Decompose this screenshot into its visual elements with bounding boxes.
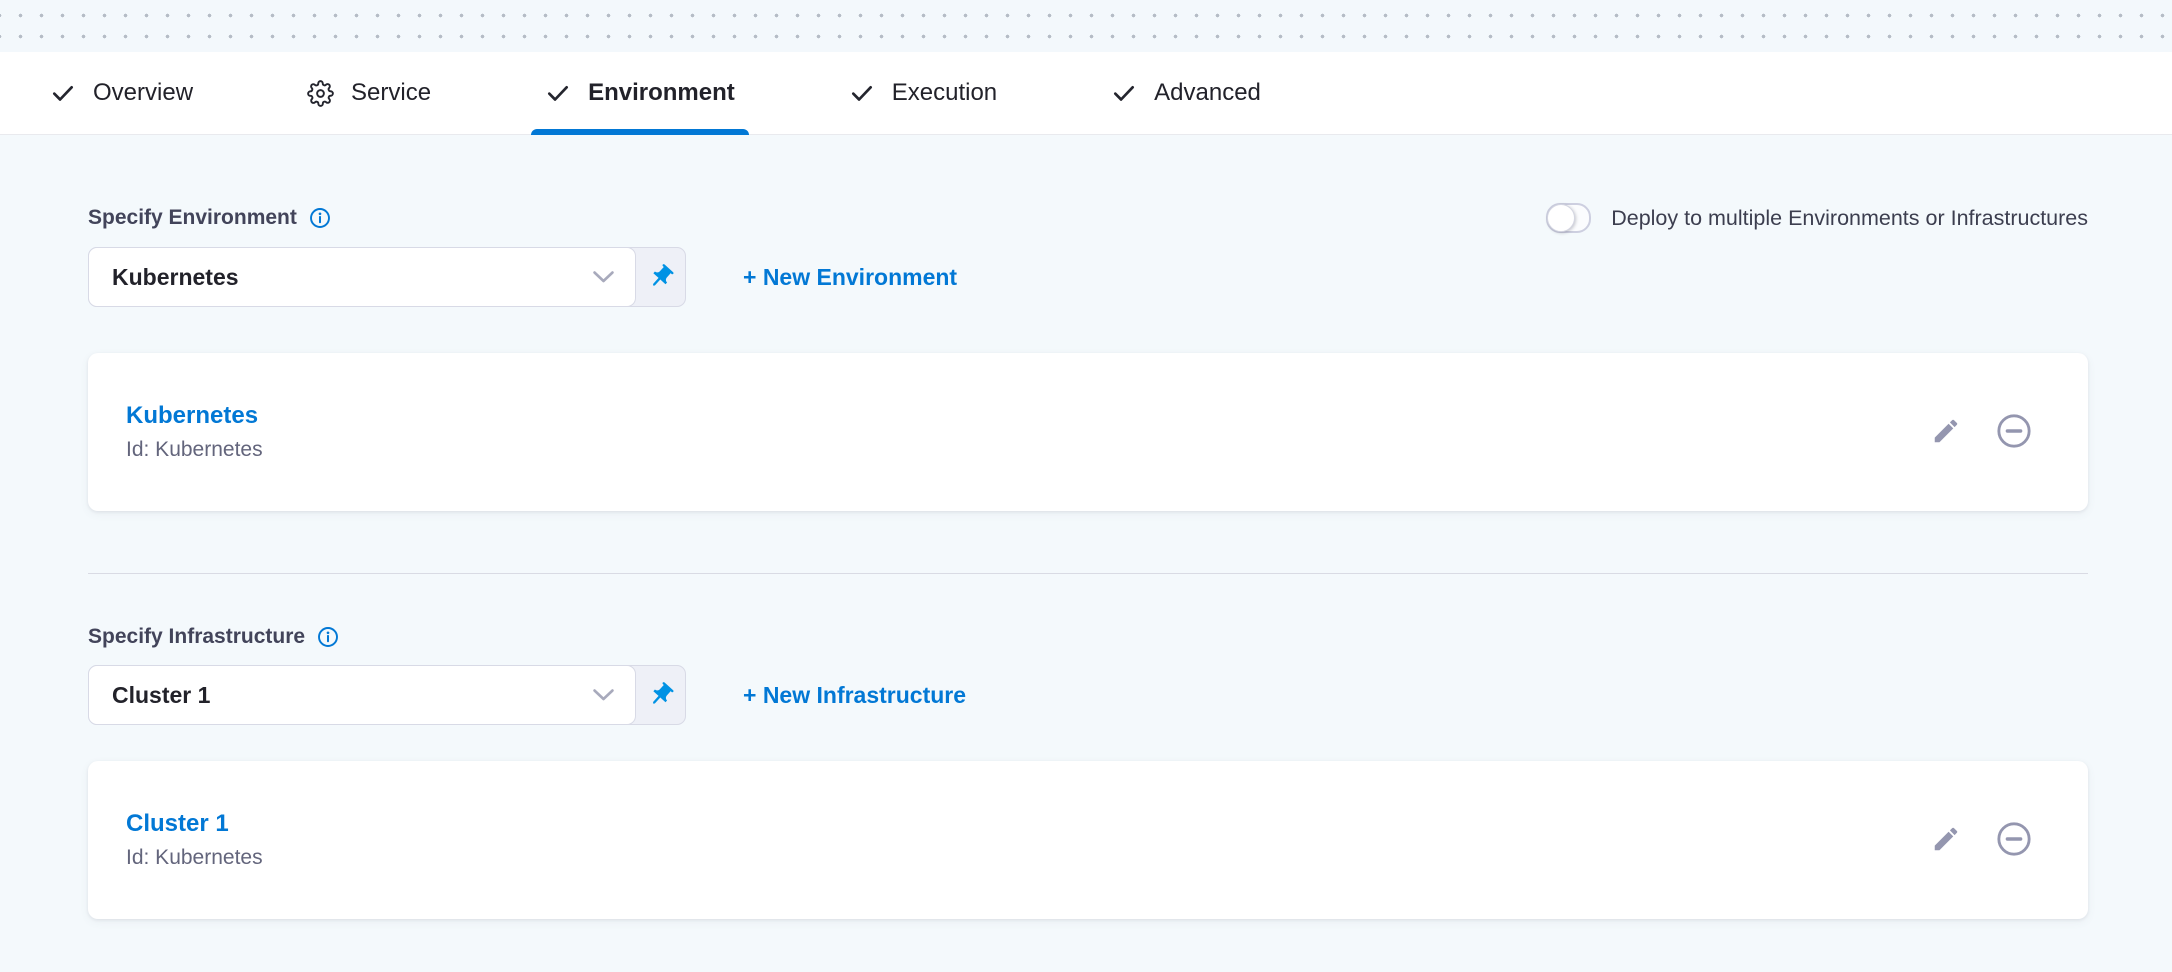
multi-env-toggle-label: Deploy to multiple Environments or Infra… [1611, 206, 2088, 231]
specify-infrastructure-label: Specify Infrastructure [88, 625, 339, 649]
check-icon [50, 80, 76, 106]
environment-tab-panel: Specify Environment Deploy to multiple E… [0, 135, 2172, 919]
infrastructure-card-actions [1931, 821, 2032, 860]
environment-card-id: Id: Kubernetes [126, 438, 263, 462]
multi-env-toggle-group: Deploy to multiple Environments or Infra… [1546, 203, 2088, 233]
gear-icon [307, 80, 334, 107]
new-environment-link[interactable]: + New Environment [743, 264, 957, 291]
info-icon[interactable] [309, 207, 331, 229]
section-divider [88, 573, 2088, 574]
tab-label: Environment [588, 79, 735, 107]
tab-label: Advanced [1154, 79, 1261, 107]
check-icon [849, 80, 875, 106]
remove-environment-button[interactable] [1996, 413, 2032, 452]
environment-card-actions [1931, 413, 2032, 452]
environment-section-head: Specify Environment Deploy to multiple E… [88, 203, 2088, 233]
specify-environment-label: Specify Environment [88, 206, 331, 230]
check-icon [545, 80, 571, 106]
pencil-icon [1931, 416, 1961, 449]
check-icon [1111, 80, 1137, 106]
minus-circle-icon [1996, 413, 2032, 452]
tab-label: Service [351, 79, 431, 107]
pencil-icon [1931, 824, 1961, 857]
edit-infrastructure-button[interactable] [1931, 824, 1961, 857]
chevron-down-icon [592, 270, 615, 284]
pin-environment-button[interactable] [636, 248, 685, 306]
infrastructure-section-head: Specify Infrastructure [88, 622, 2088, 652]
info-icon[interactable] [317, 626, 339, 648]
infrastructure-picker-row: Cluster 1 + New Infrastructure [88, 665, 2088, 725]
multi-env-toggle[interactable] [1546, 203, 1591, 233]
infrastructure-select-value: Cluster 1 [112, 682, 210, 709]
infrastructure-card-id: Id: Kubernetes [126, 846, 263, 870]
tab-overview[interactable]: Overview [36, 52, 207, 134]
toggle-knob [1547, 204, 1575, 232]
tab-environment[interactable]: Environment [531, 52, 749, 134]
tab-label: Overview [93, 79, 193, 107]
tab-service[interactable]: Service [293, 52, 445, 134]
tab-label: Execution [892, 79, 997, 107]
infrastructure-card: Cluster 1 Id: Kubernetes [88, 761, 2088, 919]
environment-card-title-link[interactable]: Kubernetes [126, 402, 263, 430]
tab-execution[interactable]: Execution [835, 52, 1011, 134]
pipeline-canvas-strip [0, 0, 2172, 52]
environment-select-value: Kubernetes [112, 264, 239, 291]
environment-card: Kubernetes Id: Kubernetes [88, 353, 2088, 511]
edit-environment-button[interactable] [1931, 416, 1961, 449]
new-infrastructure-link[interactable]: + New Infrastructure [743, 682, 966, 709]
infrastructure-card-title-link[interactable]: Cluster 1 [126, 810, 263, 838]
chevron-down-icon [592, 688, 615, 702]
stage-tabbar: Overview Service Environment Execution A… [0, 52, 2172, 135]
environment-card-text: Kubernetes Id: Kubernetes [126, 402, 263, 463]
environment-select: Kubernetes [88, 247, 686, 307]
minus-circle-icon [1996, 821, 2032, 860]
infrastructure-card-text: Cluster 1 Id: Kubernetes [126, 810, 263, 871]
environment-select-trigger[interactable]: Kubernetes [88, 247, 636, 307]
remove-infrastructure-button[interactable] [1996, 821, 2032, 860]
specify-infrastructure-label-text: Specify Infrastructure [88, 625, 305, 649]
environment-picker-row: Kubernetes + New Environment [88, 247, 2088, 307]
specify-environment-label-text: Specify Environment [88, 206, 297, 230]
infrastructure-select: Cluster 1 [88, 665, 686, 725]
tab-advanced[interactable]: Advanced [1097, 52, 1275, 134]
infrastructure-select-trigger[interactable]: Cluster 1 [88, 665, 636, 725]
pin-infrastructure-button[interactable] [636, 666, 685, 724]
